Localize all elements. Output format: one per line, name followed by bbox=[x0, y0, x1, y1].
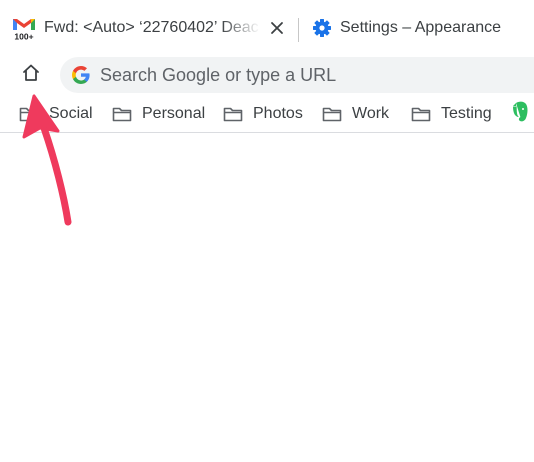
bookmark-work[interactable]: Work bbox=[322, 103, 389, 125]
folder-icon bbox=[112, 106, 132, 122]
browser-window: 100+ Fwd: <Auto> ‘22760402’ Deac Setting… bbox=[0, 0, 534, 462]
tab-strip: 100+ Fwd: <Auto> ‘22760402’ Deac Setting… bbox=[0, 0, 534, 56]
tab-gmail[interactable]: 100+ Fwd: <Auto> ‘22760402’ Deac bbox=[12, 8, 292, 48]
bookmark-label: Personal bbox=[142, 105, 206, 122]
tab-title: Fwd: <Auto> ‘22760402’ Deac bbox=[44, 19, 259, 36]
bookmark-photos[interactable]: Photos bbox=[223, 103, 303, 125]
address-input[interactable] bbox=[100, 64, 520, 86]
bookmark-label: Social bbox=[49, 105, 93, 122]
bookmark-personal[interactable]: Personal bbox=[112, 103, 205, 125]
bookmark-testing[interactable]: Testing bbox=[411, 103, 492, 125]
bookmark-label: Work bbox=[352, 105, 390, 122]
close-icon[interactable] bbox=[268, 19, 286, 37]
folder-icon bbox=[223, 106, 243, 122]
home-button[interactable] bbox=[16, 60, 46, 90]
toolbar bbox=[0, 56, 534, 94]
bookmark-label: Testing bbox=[441, 105, 492, 122]
bookmark-social[interactable]: Social bbox=[19, 103, 93, 125]
omnibox[interactable] bbox=[60, 57, 534, 93]
google-g-icon bbox=[72, 66, 90, 84]
tab-separator bbox=[298, 18, 299, 42]
tab-title: Settings – Appearance bbox=[340, 19, 502, 36]
bookmarks-bar: Social Personal Photos Work Testing bbox=[0, 96, 534, 133]
gmail-icon: 100+ bbox=[12, 15, 36, 41]
settings-gear-icon bbox=[312, 18, 332, 38]
bookmark-label: Photos bbox=[253, 105, 303, 122]
bookmark-evernote[interactable] bbox=[510, 101, 530, 125]
evernote-icon bbox=[510, 100, 530, 129]
page-content bbox=[0, 133, 534, 462]
home-icon bbox=[21, 63, 41, 88]
folder-icon bbox=[322, 106, 342, 122]
folder-icon bbox=[19, 106, 39, 122]
folder-icon bbox=[411, 106, 431, 122]
tab-settings[interactable]: Settings – Appearance bbox=[312, 8, 534, 48]
gmail-badge: 100+ bbox=[14, 32, 33, 42]
